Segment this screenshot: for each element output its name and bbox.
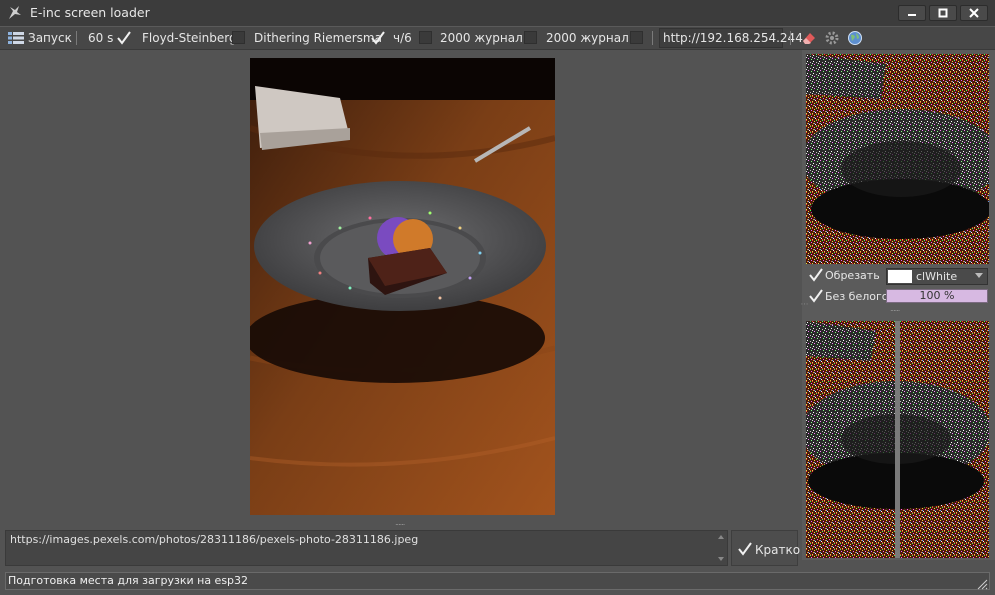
close-icon <box>969 8 979 18</box>
app-logo-icon <box>9 6 21 19</box>
floyd-steinberg-label: Floyd-Steinberg <box>142 31 237 45</box>
window-title: E-inc screen loader <box>30 5 150 20</box>
status-text: Подготовка места для загрузки на esp32 <box>8 574 249 587</box>
close-button[interactable] <box>960 5 988 21</box>
toolbar-separator <box>652 31 653 45</box>
maximize-icon <box>938 8 948 18</box>
journal0-checkbox[interactable] <box>524 31 537 44</box>
minimize-button[interactable] <box>898 5 926 21</box>
journal0-label: 2000 журнал 0 <box>440 31 535 45</box>
bw6-checkbox[interactable] <box>419 31 432 44</box>
minimize-icon <box>908 14 916 16</box>
checkmark-icon <box>809 289 823 303</box>
settings-gear-icon[interactable] <box>824 30 840 46</box>
splitter-grip[interactable]: ...... <box>395 518 405 527</box>
riemersma-label: Dithering Riemersma <box>254 31 382 45</box>
journal1-checkbox[interactable] <box>630 31 643 44</box>
toolbar-separator <box>790 31 791 45</box>
url-input-value: https://images.pexels.com/photos/2831118… <box>10 533 419 546</box>
interval-label: 60 s <box>88 31 114 45</box>
floyd-steinberg-checkbox[interactable] <box>232 31 245 44</box>
no-white-percent-bar[interactable]: 100 % <box>886 289 988 303</box>
vertical-splitter-grip[interactable]: ⋮ <box>800 300 809 308</box>
brief-checkbox[interactable] <box>738 542 752 556</box>
journal1-label: 2000 журнал 1 <box>546 31 641 45</box>
toolbar-separator <box>76 31 77 45</box>
no-white-label: Без белого <box>825 290 889 303</box>
eraser-icon[interactable] <box>801 30 817 46</box>
dithered-preview-bottom <box>806 321 989 558</box>
brief-label: Кратко <box>755 543 801 557</box>
color-swatch <box>888 270 912 283</box>
ip-address-value: http://192.168.254.244 <box>663 31 803 45</box>
source-image-preview <box>250 58 555 515</box>
maximize-button[interactable] <box>929 5 957 21</box>
riemersma-checkbox[interactable] <box>371 31 385 45</box>
checkmark-icon <box>371 31 385 45</box>
interval-checkbox[interactable] <box>117 31 131 45</box>
crop-label: Обрезать <box>825 269 880 282</box>
dithered-preview-top <box>806 54 989 264</box>
list-icon <box>8 32 24 44</box>
bw6-label: ч/6 <box>393 31 412 45</box>
crop-checkbox[interactable] <box>809 268 823 282</box>
globe-icon[interactable] <box>847 30 863 46</box>
checkmark-icon <box>738 542 752 556</box>
resize-grip-icon[interactable] <box>976 578 988 590</box>
no-white-checkbox[interactable] <box>809 289 823 303</box>
checkmark-icon <box>117 31 131 45</box>
chevron-down-icon <box>975 273 983 278</box>
color-combo-value: clWhite <box>916 270 958 283</box>
right-splitter-grip[interactable]: ...... <box>890 304 900 313</box>
url-scroll-arrows-icon[interactable] <box>717 533 725 563</box>
start-button[interactable]: Запуск <box>28 31 72 45</box>
checkmark-icon <box>809 268 823 282</box>
